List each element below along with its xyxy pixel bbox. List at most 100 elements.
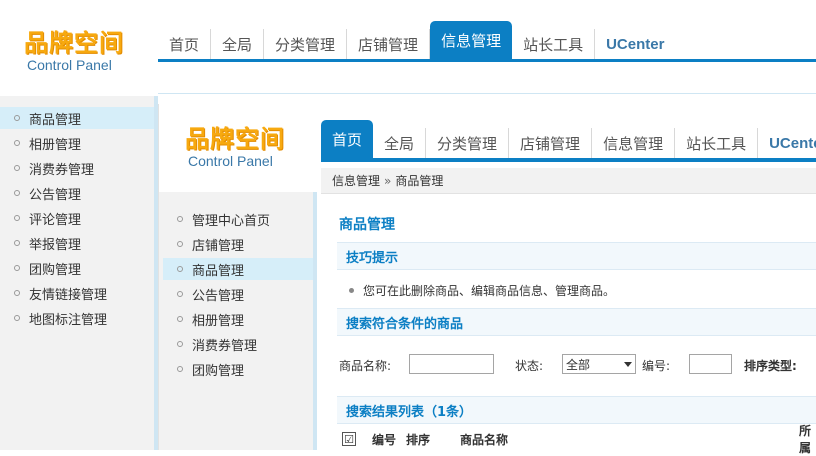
inner-frame: 品牌空间 Control Panel 首页 全局 分类管理 店铺管理 信息管理 … [158, 104, 816, 455]
menu-label: 团购管理 [29, 262, 82, 278]
brand-logo[interactable]: 品牌空间 Control Panel [24, 30, 124, 74]
outer-header: 品牌空间 Control Panel 首页 全局 分类管理 店铺管理 信息管理 … [0, 0, 816, 96]
inner-sidebar: 管理中心首页 店铺管理 商品管理 公告管理 相册管理 消费券管理 团购管理 [159, 192, 317, 450]
bullet-icon [14, 165, 20, 171]
inner-tab-ucenter[interactable]: UCenter [758, 128, 816, 158]
breadcrumb-current: 商品管理 [395, 174, 444, 188]
menu-label: 消费券管理 [192, 338, 258, 354]
status-select[interactable]: 全部 [562, 354, 636, 374]
menu-label: 评论管理 [29, 212, 82, 228]
inner-menu-item-shop[interactable]: 店铺管理 [163, 233, 313, 255]
inner-logo-area: 品牌空间 Control Panel [159, 104, 317, 192]
column-header-id[interactable]: 编号 [372, 431, 396, 448]
outer-menu-item-album[interactable]: 相册管理 [0, 132, 154, 154]
inner-menu-item-coupon[interactable]: 消费券管理 [163, 333, 313, 355]
outer-menu-item-report[interactable]: 举报管理 [0, 232, 154, 254]
menu-label: 地图标注管理 [29, 312, 108, 328]
breadcrumb: 信息管理 » 商品管理 [321, 168, 816, 194]
menu-label: 管理中心首页 [192, 213, 271, 229]
bullet-icon [177, 366, 183, 372]
bullet-icon [14, 315, 20, 321]
inner-tab-home[interactable]: 首页 [321, 120, 374, 158]
outer-tab-home[interactable]: 首页 [158, 29, 212, 59]
bullet-icon [14, 240, 20, 246]
breadcrumb-separator: » [384, 173, 392, 188]
results-header: 搜索结果列表（1条） [337, 396, 816, 424]
outer-menu-item-notice[interactable]: 公告管理 [0, 182, 154, 204]
bullet-icon [14, 140, 20, 146]
outer-tab-category[interactable]: 分类管理 [264, 29, 348, 59]
breadcrumb-parent[interactable]: 信息管理 [332, 172, 380, 189]
bullet-icon [349, 288, 354, 293]
outer-tab-global[interactable]: 全局 [211, 29, 265, 59]
menu-label: 商品管理 [29, 112, 82, 128]
inner-brand-logo[interactable]: 品牌空间 Control Panel [185, 126, 285, 170]
tip-text: 您可在此删除商品、编辑商品信息、管理商品。 [363, 284, 616, 298]
inner-nav-underline [321, 158, 816, 162]
bullet-icon [14, 190, 20, 196]
menu-label: 消费券管理 [29, 162, 95, 178]
inner-menu-item-home[interactable]: 管理中心首页 [163, 208, 313, 230]
menu-label: 店铺管理 [192, 238, 245, 254]
menu-label: 相册管理 [192, 313, 245, 329]
search-header: 搜索符合条件的商品 [337, 308, 816, 336]
logo-title: 品牌空间 [24, 29, 124, 57]
tips-header: 技巧提示 [337, 242, 816, 270]
bullet-icon [177, 241, 183, 247]
tip-item: 您可在此删除商品、编辑商品信息、管理商品。 [349, 282, 615, 299]
bullet-icon [177, 216, 183, 222]
menu-label: 公告管理 [192, 288, 245, 304]
outer-menu-item-groupbuy[interactable]: 团购管理 [0, 257, 154, 279]
menu-label: 相册管理 [29, 137, 82, 153]
outer-subnav-strip [158, 62, 816, 94]
bullet-icon [177, 341, 183, 347]
outer-tab-ucenter[interactable]: UCenter [595, 29, 675, 59]
outer-menu-item-comment[interactable]: 评论管理 [0, 207, 154, 229]
status-selected-value: 全部 [566, 357, 591, 372]
menu-label: 友情链接管理 [29, 287, 108, 303]
inner-sidebar-divider[interactable] [313, 192, 317, 450]
bullet-icon [14, 115, 20, 121]
chevron-down-icon [624, 362, 632, 367]
inner-tab-shop[interactable]: 店铺管理 [509, 128, 593, 158]
outer-tab-tools[interactable]: 站长工具 [512, 29, 596, 59]
results-table-header: ☑ 编号 排序 商品名称 所属 [337, 424, 816, 455]
column-header-name[interactable]: 商品名称 [460, 431, 508, 448]
id-label: 编号: [642, 359, 671, 373]
bullet-icon [177, 316, 183, 322]
inner-menu-item-goods[interactable]: 商品管理 [163, 258, 313, 280]
bullet-icon [177, 266, 183, 272]
menu-label: 团购管理 [192, 363, 245, 379]
outer-top-nav: 首页 全局 分类管理 店铺管理 信息管理 站长工具 UCenter [158, 21, 675, 59]
logo-title: 品牌空间 [185, 125, 285, 153]
menu-label: 公告管理 [29, 187, 82, 203]
outer-menu-item-goods[interactable]: 商品管理 [0, 107, 154, 129]
name-label: 商品名称: [339, 359, 392, 373]
logo-subtitle: Control Panel [188, 153, 273, 169]
outer-menu-item-links[interactable]: 友情链接管理 [0, 282, 154, 304]
column-header-owner[interactable]: 所属 [799, 422, 816, 456]
sort-label: 排序类型: [744, 359, 797, 373]
outer-menu-item-map[interactable]: 地图标注管理 [0, 307, 154, 329]
inner-tab-global[interactable]: 全局 [373, 128, 427, 158]
menu-label: 商品管理 [192, 263, 245, 279]
inner-tab-tools[interactable]: 站长工具 [675, 128, 759, 158]
id-input[interactable] [689, 354, 732, 374]
outer-menu-item-coupon[interactable]: 消费券管理 [0, 157, 154, 179]
inner-menu-item-notice[interactable]: 公告管理 [163, 283, 313, 305]
outer-tab-info[interactable]: 信息管理 [430, 21, 513, 59]
inner-menu-item-album[interactable]: 相册管理 [163, 308, 313, 330]
bullet-icon [14, 265, 20, 271]
column-header-sort[interactable]: 排序 [406, 431, 430, 448]
main-content: 商品管理 技巧提示 您可在此删除商品、编辑商品信息、管理商品。 搜索符合条件的商… [321, 202, 816, 455]
status-label: 状态: [515, 359, 544, 373]
inner-menu-item-groupbuy[interactable]: 团购管理 [163, 358, 313, 380]
inner-tab-category[interactable]: 分类管理 [426, 128, 510, 158]
inner-tab-info[interactable]: 信息管理 [592, 128, 676, 158]
select-all-checkbox[interactable]: ☑ [342, 432, 356, 446]
name-input[interactable] [409, 354, 494, 374]
outer-tab-shop[interactable]: 店铺管理 [347, 29, 431, 59]
bullet-icon [177, 291, 183, 297]
outer-sidebar: 商品管理 相册管理 消费券管理 公告管理 评论管理 举报管理 团购管理 友情链接… [0, 96, 158, 450]
bullet-icon [14, 290, 20, 296]
